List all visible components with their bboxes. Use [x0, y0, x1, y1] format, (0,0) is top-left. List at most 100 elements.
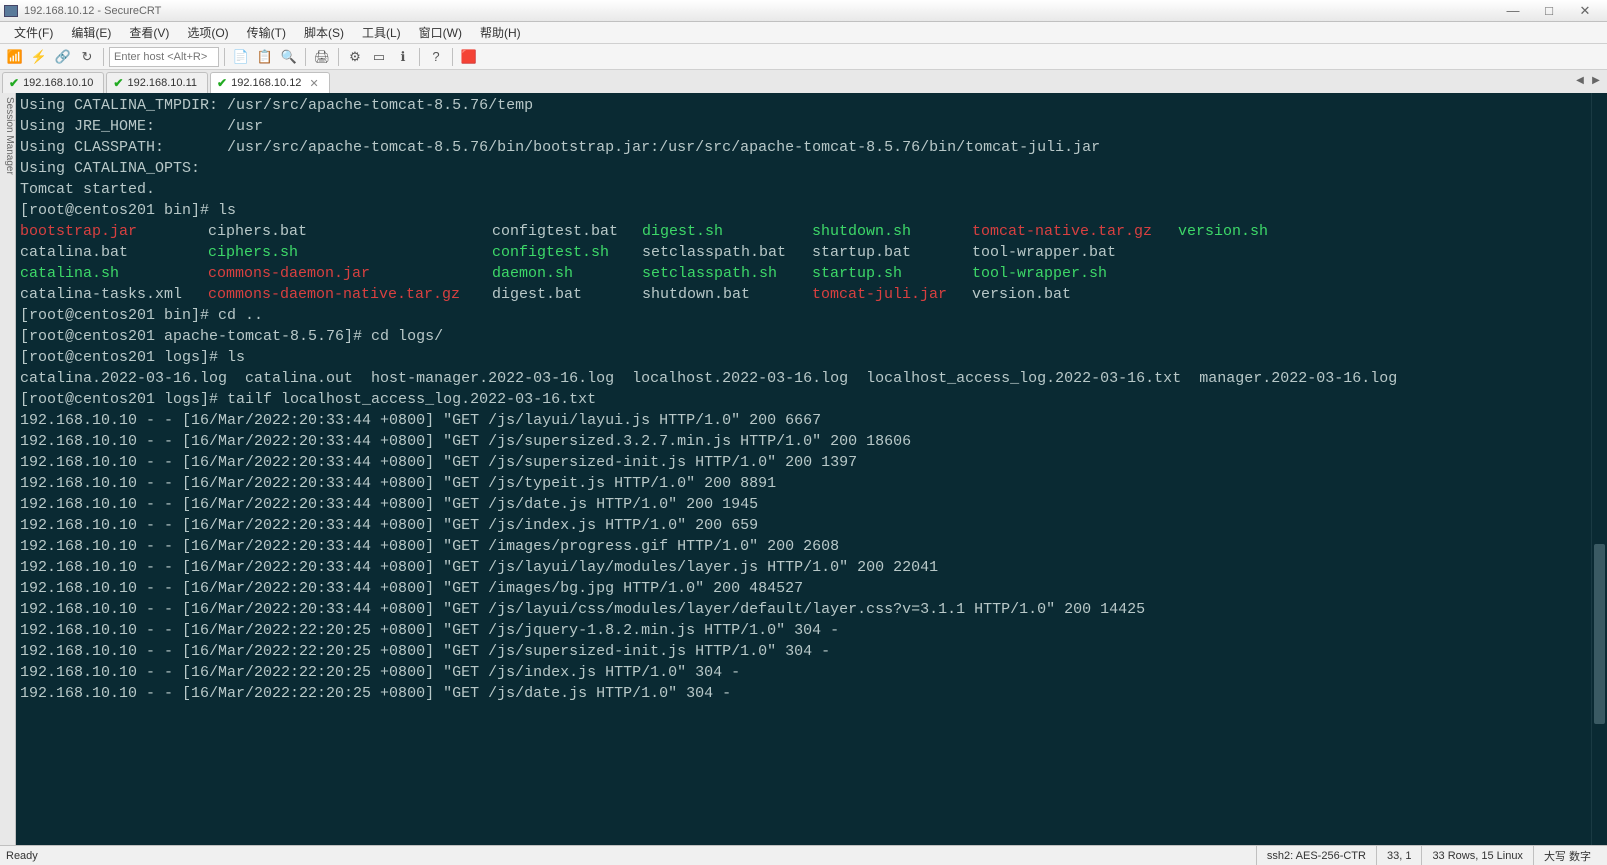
ls-entry	[1178, 284, 1587, 305]
terminal-line: 192.168.10.10 - - [16/Mar/2022:20:33:44 …	[20, 515, 1587, 536]
bolt-icon[interactable]: ⚡	[28, 46, 50, 68]
menu-5[interactable]: 脚本(S)	[296, 22, 352, 43]
vertical-scrollbar[interactable]	[1591, 93, 1607, 845]
ls-entry: catalina.sh	[20, 263, 208, 284]
host-input[interactable]	[109, 47, 219, 67]
statusbar: Ready ssh2: AES-256-CTR 33, 1 33 Rows, 1…	[0, 845, 1607, 865]
ls-entry: configtest.sh	[492, 242, 642, 263]
toolbar-separator	[103, 48, 104, 66]
ls-entry: version.sh	[1178, 221, 1587, 242]
minimize-button[interactable]: —	[1495, 1, 1531, 21]
status-ready: Ready	[6, 850, 38, 862]
tab-next-icon[interactable]: ▶	[1589, 72, 1603, 88]
terminal-line: 192.168.10.10 - - [16/Mar/2022:20:33:44 …	[20, 410, 1587, 431]
session-tab-0[interactable]: ✔ 192.168.10.10	[2, 72, 104, 93]
connected-icon: ✔	[9, 76, 19, 90]
connected-icon: ✔	[113, 76, 123, 90]
toolbar-separator	[305, 48, 306, 66]
ls-entry: tomcat-native.tar.gz	[972, 221, 1178, 242]
terminal[interactable]: Using CATALINA_TMPDIR: /usr/src/apache-t…	[16, 93, 1591, 845]
terminal-line: 192.168.10.10 - - [16/Mar/2022:20:33:44 …	[20, 452, 1587, 473]
tabbar: ✔192.168.10.10✔192.168.10.11✔192.168.10.…	[0, 70, 1607, 93]
terminal-line: [root@centos201 logs]# tailf localhost_a…	[20, 389, 1587, 410]
menu-8[interactable]: 帮助(H)	[472, 22, 529, 43]
ls-entry: digest.bat	[492, 284, 642, 305]
maximize-button[interactable]: □	[1531, 1, 1567, 21]
titlebar: 192.168.10.12 - SecureCRT — □ ✕	[0, 0, 1607, 22]
refresh-icon[interactable]: ↻	[76, 46, 98, 68]
ls-entry: tomcat-juli.jar	[812, 284, 972, 305]
terminal-line: Using CATALINA_TMPDIR: /usr/src/apache-t…	[20, 95, 1587, 116]
terminal-line: Tomcat started.	[20, 179, 1587, 200]
terminal-line: Using JRE_HOME: /usr	[20, 116, 1587, 137]
ls-entry: bootstrap.jar	[20, 221, 208, 242]
ls-entry: shutdown.sh	[812, 221, 972, 242]
ls-entry: setclasspath.sh	[642, 263, 812, 284]
print-icon[interactable]: 🖨	[311, 46, 333, 68]
ls-entry	[1178, 242, 1587, 263]
monitor-icon[interactable]: ▭	[368, 46, 390, 68]
menu-7[interactable]: 窗口(W)	[411, 22, 470, 43]
terminal-line: 192.168.10.10 - - [16/Mar/2022:20:33:44 …	[20, 431, 1587, 452]
menu-1[interactable]: 编辑(E)	[63, 22, 119, 43]
tab-close-icon[interactable]: ✕	[309, 77, 318, 90]
ls-entry: version.bat	[972, 284, 1178, 305]
terminal-line: 192.168.10.10 - - [16/Mar/2022:22:20:25 …	[20, 683, 1587, 704]
terminal-line: [root@centos201 logs]# ls	[20, 347, 1587, 368]
terminal-line: 192.168.10.10 - - [16/Mar/2022:20:33:44 …	[20, 473, 1587, 494]
tab-nav: ◀ ▶	[1573, 72, 1603, 88]
session-tab-2[interactable]: ✔ 192.168.10.12 ✕	[210, 72, 330, 93]
toolbar: 📶 ⚡ 🔗 ↻ 📄 📋 🔍 🖨 ⚙ ▭ ℹ ? 🟥	[0, 44, 1607, 70]
menu-4[interactable]: 传输(T)	[239, 22, 294, 43]
session-tab-1[interactable]: ✔192.168.10.11	[106, 72, 208, 93]
terminal-line: catalina.2022-03-16.log catalina.out hos…	[20, 368, 1587, 389]
tab-label: 192.168.10.10	[23, 77, 93, 89]
app-icon	[4, 5, 18, 17]
ls-entry: tool-wrapper.bat	[972, 242, 1178, 263]
menubar: 文件(F)编辑(E)查看(V)选项(O)传输(T)脚本(S)工具(L)窗口(W)…	[0, 22, 1607, 44]
tab-prev-icon[interactable]: ◀	[1573, 72, 1587, 88]
tab-label: 192.168.10.12	[231, 77, 301, 89]
ls-entry: catalina-tasks.xml	[20, 284, 208, 305]
ls-entry: startup.sh	[812, 263, 972, 284]
reconnect-icon[interactable]: 📶	[4, 46, 26, 68]
menu-3[interactable]: 选项(O)	[179, 22, 236, 43]
ls-entry: digest.sh	[642, 221, 812, 242]
copy-icon[interactable]: 📄	[230, 46, 252, 68]
ls-output: bootstrap.jarciphers.batconfigtest.batdi…	[20, 221, 1587, 305]
info-icon[interactable]: ℹ	[392, 46, 414, 68]
settings-icon[interactable]: ⚙	[344, 46, 366, 68]
find-icon[interactable]: 🔍	[278, 46, 300, 68]
terminal-line: [root@centos201 bin]# cd ..	[20, 305, 1587, 326]
ls-entry: catalina.bat	[20, 242, 208, 263]
ls-entry: commons-daemon-native.tar.gz	[208, 284, 492, 305]
ls-entry	[1178, 263, 1587, 284]
toolbar-separator	[419, 48, 420, 66]
ls-entry: daemon.sh	[492, 263, 642, 284]
scrollbar-thumb[interactable]	[1594, 544, 1605, 724]
menu-0[interactable]: 文件(F)	[6, 22, 61, 43]
status-size: 33 Rows, 15 Linux	[1421, 846, 1533, 865]
terminal-line: 192.168.10.10 - - [16/Mar/2022:20:33:44 …	[20, 599, 1587, 620]
link-icon[interactable]: 🔗	[52, 46, 74, 68]
ls-entry: commons-daemon.jar	[208, 263, 492, 284]
status-caps: 大写 数字	[1533, 846, 1601, 865]
close-button[interactable]: ✕	[1567, 1, 1603, 21]
terminal-line: 192.168.10.10 - - [16/Mar/2022:22:20:25 …	[20, 662, 1587, 683]
terminal-line: Using CLASSPATH: /usr/src/apache-tomcat-…	[20, 137, 1587, 158]
terminal-line: 192.168.10.10 - - [16/Mar/2022:20:33:44 …	[20, 536, 1587, 557]
ls-entry: configtest.bat	[492, 221, 642, 242]
terminal-line: 192.168.10.10 - - [16/Mar/2022:20:33:44 …	[20, 557, 1587, 578]
ls-entry: ciphers.sh	[208, 242, 492, 263]
help-icon[interactable]: ?	[425, 46, 447, 68]
terminal-line: [root@centos201 bin]# ls	[20, 200, 1587, 221]
terminal-line: 192.168.10.10 - - [16/Mar/2022:20:33:44 …	[20, 494, 1587, 515]
menu-2[interactable]: 查看(V)	[121, 22, 177, 43]
connected-icon: ✔	[217, 76, 227, 90]
record-icon[interactable]: 🟥	[458, 46, 480, 68]
menu-6[interactable]: 工具(L)	[354, 22, 409, 43]
toolbar-separator	[224, 48, 225, 66]
session-manager-sidebar[interactable]: Session Manager	[0, 93, 16, 845]
paste-icon[interactable]: 📋	[254, 46, 276, 68]
ls-entry: shutdown.bat	[642, 284, 812, 305]
